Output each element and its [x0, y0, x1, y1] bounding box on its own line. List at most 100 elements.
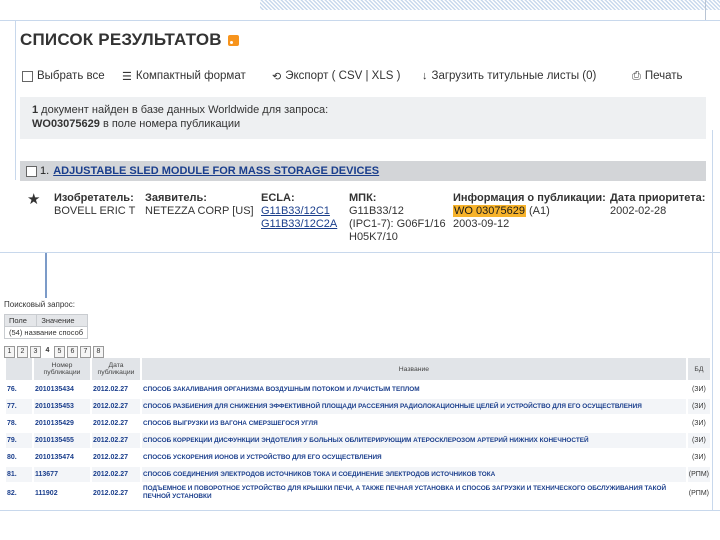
row-title-link[interactable]: СПОСОБ УСКОРЕНИЯ ИОНОВ И УСТРОЙСТВО ДЛЯ …	[142, 450, 686, 465]
inventor-column: Изобретатель: BOVELL ERIC T	[54, 192, 135, 218]
select-all-button[interactable]: Выбрать все	[22, 70, 118, 82]
inventor-label: Изобретатель:	[54, 192, 134, 204]
ipc-value-1: G11B33/12	[349, 205, 404, 217]
query-info-line-2: WO03075629 в поле номера публикации	[32, 117, 694, 131]
compact-format-label: Компактный формат	[135, 70, 246, 82]
compact-format-button[interactable]: ☰ Компактный формат	[122, 70, 272, 83]
row-index: 79.	[6, 433, 32, 448]
ipc-label: МПК:	[349, 192, 377, 204]
query-col-value: Значение	[36, 314, 89, 327]
priority-date: 2002-02-28	[610, 205, 667, 217]
query-table-row: (54) название способ	[3, 326, 89, 339]
inventor-value: BOVELL ERIC T	[54, 205, 136, 217]
query-info-text-2: в поле номера публикации	[99, 118, 241, 130]
ipc-column: МПК: G11B33/12 (IPC1-7): G06F1/16 H05K7/…	[349, 192, 446, 244]
row-title-link[interactable]: СПОСОБ РАЗБИЕНИЯ ДЛЯ СНИЖЕНИЯ ЭФФЕКТИВНО…	[142, 399, 686, 414]
table-row: 77. 2010135453 2012.02.27 СПОСОБ РАЗБИЕН…	[6, 399, 710, 414]
row-pub-date: 2012.02.27	[92, 433, 140, 448]
results-table-header: Номер публикации Дата публикации Названи…	[6, 358, 710, 380]
list-icon: ☰	[122, 70, 132, 83]
result-index: 1.	[40, 165, 50, 177]
result-checkbox[interactable]	[26, 165, 37, 177]
row-title-link[interactable]: ПОДЪЕМНОЕ И ПОВОРОТНОЕ УСТРОЙСТВО ДЛЯ КР…	[142, 484, 686, 502]
search-query-label: Поисковый запрос:	[4, 300, 75, 309]
divider-line	[712, 130, 713, 510]
print-button[interactable]: ⎙ Печать	[632, 70, 683, 83]
row-index: 81.	[6, 467, 32, 482]
row-db: (РПМ)	[687, 467, 710, 482]
export-button[interactable]: ⟲ Экспорт ( CSV | XLS )	[272, 70, 422, 83]
query-row-value: (54) название способ	[3, 326, 89, 339]
export-label: Экспорт ( CSV | XLS )	[285, 70, 401, 82]
current-page: 4	[45, 347, 50, 354]
table-row: 80. 2010135474 2012.02.27 СПОСОБ УСКОРЕН…	[6, 450, 710, 465]
divider-line	[15, 20, 16, 180]
ecla-column: ECLA: G11B33/12C1 G11B33/12C2A	[261, 192, 337, 231]
download-covers-button[interactable]: ↓ Загрузить титульные листы (0)	[422, 70, 632, 82]
col-pub-date: Дата публикации	[92, 358, 140, 380]
pub-date: 2003-09-12	[453, 218, 510, 230]
row-pub-number[interactable]: 2010135455	[34, 433, 90, 448]
query-code: WO03075629	[32, 118, 100, 130]
divider-line	[45, 252, 47, 298]
pub-number-highlight[interactable]: WO 03075629	[453, 205, 526, 217]
print-label: Печать	[644, 70, 683, 82]
row-pub-date: 2012.02.27	[93, 386, 129, 393]
row-pub-number[interactable]: 113677	[34, 467, 90, 482]
row-index: 77.	[6, 399, 32, 414]
row-db: (ЗИ)	[687, 399, 710, 414]
lower-results-panel: Поисковый запрос: Поле Значение (54) наз…	[0, 296, 712, 510]
row-pub-number[interactable]: 2010135453	[34, 399, 90, 414]
divider-line	[705, 0, 706, 20]
row-db: (ЗИ)	[687, 433, 710, 448]
row-index: 80.	[7, 454, 17, 461]
page-title-text: СПИСОК РЕЗУЛЬТАТОВ	[20, 30, 222, 49]
table-row: 76. 2010135434 2012.02.27 СПОСОБ ЗАКАЛИВ…	[6, 382, 710, 397]
col-title: Название	[142, 358, 686, 380]
row-title-link[interactable]: СПОСОБ СОЕДИНЕНИЯ ЭЛЕКТРОДОВ ИСТОЧНИКОВ …	[142, 467, 686, 482]
pubinfo-label: Информация о публикации:	[453, 192, 606, 204]
row-pub-number[interactable]: 111902	[34, 484, 90, 502]
ipc-value-3: H05K7/10	[349, 231, 398, 243]
applicant-label: Заявитель:	[145, 192, 207, 204]
decorative-hatch	[260, 0, 720, 10]
page-title: СПИСОК РЕЗУЛЬТАТОВ	[20, 30, 239, 50]
row-title-link[interactable]: СПОСОБ КОРРЕКЦИИ ДИСФУНКЦИИ ЭНДОТЕЛИЯ У …	[142, 433, 686, 448]
row-pub-number[interactable]: 2010135429	[34, 416, 90, 431]
result-title-link[interactable]: ADJUSTABLE SLED MODULE FOR MASS STORAGE …	[53, 165, 379, 177]
applicant-value: NETEZZA CORP [US]	[145, 205, 254, 217]
rss-icon[interactable]	[227, 34, 239, 46]
ecla-label: ECLA:	[261, 192, 295, 204]
pub-kind: (A1)	[525, 205, 550, 217]
star-icon[interactable]: ★	[27, 190, 40, 208]
table-row: 82. 111902 2012.02.27 ПОДЪЕМНОЕ И ПОВОРО…	[6, 484, 710, 502]
row-title-link[interactable]: СПОСОБ ВЫГРУЗКИ ИЗ ВАГОНА СМЕРЗШЕГОСЯ УГ…	[142, 416, 686, 431]
row-index: 76.	[7, 386, 17, 393]
results-table: Номер публикации Дата публикации Названи…	[4, 356, 712, 504]
divider-line	[0, 510, 720, 511]
ecla-link-2[interactable]: G11B33/12C2A	[261, 218, 337, 231]
download-arrow-icon: ↓	[422, 70, 428, 82]
ecla-link-1[interactable]: G11B33/12C1	[261, 205, 337, 218]
table-row: 79. 2010135455 2012.02.27 СПОСОБ КОРРЕКЦ…	[6, 433, 710, 448]
divider-line	[0, 252, 720, 253]
row-index: 78.	[7, 420, 17, 427]
row-pub-date: 2012.02.27	[93, 454, 129, 461]
priority-label: Дата приоритета:	[610, 192, 706, 204]
row-db: (ЗИ)	[691, 420, 706, 427]
row-pub-number[interactable]: 2010135434	[34, 382, 90, 397]
row-pub-number[interactable]: 2010135474	[34, 450, 90, 465]
query-col-field: Поле	[3, 314, 38, 327]
query-info-box: 1 документ найден в базе данных Worldwid…	[20, 97, 706, 139]
checkbox-icon[interactable]	[22, 70, 33, 82]
download-covers-label: Загрузить титульные листы (0)	[431, 70, 597, 82]
ipc-value-2: (IPC1-7): G06F1/16	[349, 218, 446, 230]
row-pub-date: 2012.02.27	[93, 420, 129, 427]
priority-column: Дата приоритета: 2002-02-28	[610, 192, 705, 218]
row-title-link[interactable]: СПОСОБ ЗАКАЛИВАНИЯ ОРГАНИЗМА ВОЗДУШНЫМ П…	[142, 382, 686, 397]
row-pub-date: 2012.02.27	[92, 399, 140, 414]
row-db: (ЗИ)	[691, 454, 706, 461]
query-table-header: Поле Значение	[3, 314, 89, 327]
result-header: 1. ADJUSTABLE SLED MODULE FOR MASS STORA…	[20, 161, 706, 181]
row-pub-date: 2012.02.27	[92, 467, 140, 482]
